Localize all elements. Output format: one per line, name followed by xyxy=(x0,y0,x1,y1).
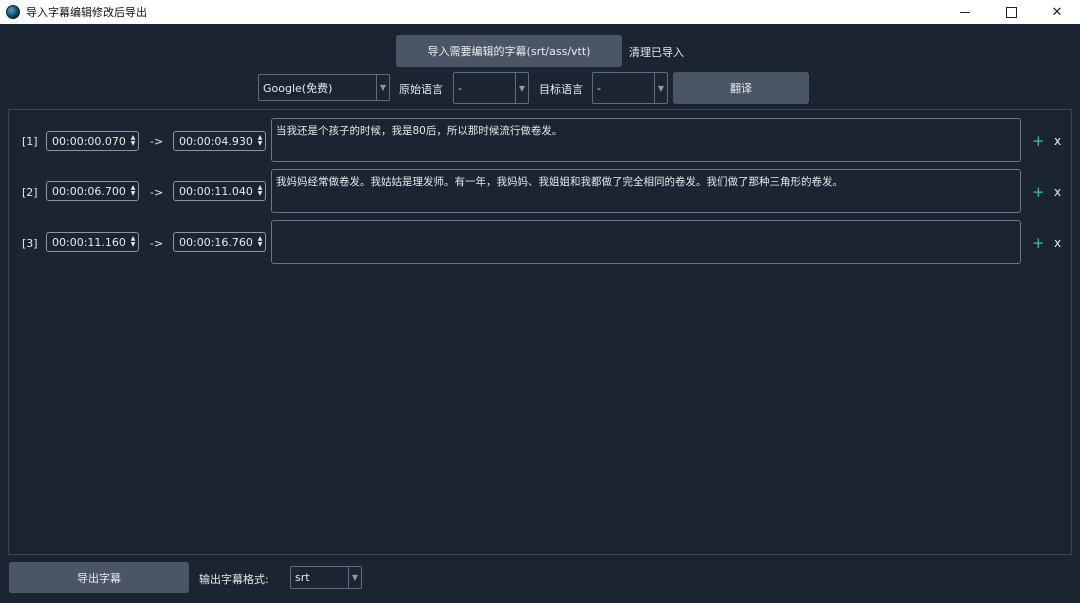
add-row-icon[interactable]: + xyxy=(1032,183,1045,201)
output-format-select[interactable]: srt ▼ xyxy=(290,566,362,589)
output-format-label: 输出字幕格式: xyxy=(199,573,269,586)
title-bar: 导入字幕编辑修改后导出 ✕ xyxy=(0,0,1080,24)
start-time-value: 00:00:11.160 xyxy=(52,235,126,249)
app-icon xyxy=(6,5,20,19)
arrow-separator: -> xyxy=(150,135,164,148)
start-time-input[interactable]: 00:00:00.070 ▲ ▼ xyxy=(46,131,139,151)
import-subtitle-button[interactable]: 导入需要编辑的字幕(srt/ass/vtt) xyxy=(396,35,622,67)
stepper-icon[interactable]: ▲ ▼ xyxy=(128,185,138,197)
arrow-separator: -> xyxy=(150,237,164,250)
target-lang-select[interactable]: - ▼ xyxy=(592,72,668,104)
close-icon: ✕ xyxy=(1051,4,1063,20)
maximize-icon xyxy=(1005,6,1017,18)
maximize-button[interactable] xyxy=(988,0,1034,24)
minimize-icon xyxy=(960,11,970,13)
target-lang-value: - xyxy=(597,81,601,95)
start-time-input[interactable]: 00:00:11.160 ▲ ▼ xyxy=(46,232,139,252)
chevron-down-icon: ▼ xyxy=(654,73,667,103)
add-row-icon[interactable]: + xyxy=(1032,234,1045,252)
source-lang-select[interactable]: - ▼ xyxy=(453,72,529,104)
row-index: [3] xyxy=(22,237,38,250)
target-lang-label: 目标语言 xyxy=(539,83,583,96)
end-time-input[interactable]: 00:00:16.760 ▲ ▼ xyxy=(173,232,266,252)
minimize-button[interactable] xyxy=(942,0,988,24)
export-subtitle-button[interactable]: 导出字幕 xyxy=(9,562,189,593)
start-time-value: 00:00:00.070 xyxy=(52,134,126,148)
engine-select-value: Google(免费) xyxy=(263,81,333,95)
stepper-icon[interactable]: ▲ ▼ xyxy=(255,135,265,147)
end-time-value: 00:00:04.930 xyxy=(179,134,253,148)
source-lang-label: 原始语言 xyxy=(399,83,443,96)
delete-row-icon[interactable]: x xyxy=(1054,236,1061,250)
translate-label: 翻译 xyxy=(730,82,752,95)
row-index: [2] xyxy=(22,186,38,199)
window-title: 导入字幕编辑修改后导出 xyxy=(26,6,147,19)
end-time-value: 00:00:11.040 xyxy=(179,184,253,198)
end-time-input[interactable]: 00:00:11.040 ▲ ▼ xyxy=(173,181,266,201)
chevron-down-icon: ▼ xyxy=(515,73,528,103)
stepper-icon[interactable]: ▲ ▼ xyxy=(128,236,138,248)
subtitle-text-field[interactable] xyxy=(271,220,1021,264)
stepper-icon[interactable]: ▲ ▼ xyxy=(255,236,265,248)
source-lang-value: - xyxy=(458,81,462,95)
import-subtitle-label: 导入需要编辑的字幕(srt/ass/vtt) xyxy=(427,45,591,58)
chevron-down-icon: ▼ xyxy=(376,75,389,100)
output-format-value: srt xyxy=(295,571,310,584)
delete-row-icon[interactable]: x xyxy=(1054,134,1061,148)
engine-select[interactable]: Google(免费) ▼ xyxy=(258,74,390,101)
end-time-value: 00:00:16.760 xyxy=(179,235,253,249)
stepper-icon[interactable]: ▲ ▼ xyxy=(128,135,138,147)
chevron-down-icon: ▼ xyxy=(348,567,361,588)
start-time-value: 00:00:06.700 xyxy=(52,184,126,198)
close-button[interactable]: ✕ xyxy=(1034,0,1080,24)
row-index: [1] xyxy=(22,135,38,148)
arrow-separator: -> xyxy=(150,186,164,199)
delete-row-icon[interactable]: x xyxy=(1054,185,1061,199)
subtitle-text-field[interactable]: 当我还是个孩子的时候，我是80后，所以那时候流行做卷发。 xyxy=(271,118,1021,162)
add-row-icon[interactable]: + xyxy=(1032,132,1045,150)
end-time-input[interactable]: 00:00:04.930 ▲ ▼ xyxy=(173,131,266,151)
translate-button[interactable]: 翻译 xyxy=(673,72,809,104)
subtitle-text-field[interactable]: 我妈妈经常做卷发。我姑姑是理发师。有一年，我妈妈、我姐姐和我都做了完全相同的卷发… xyxy=(271,169,1021,213)
stepper-icon[interactable]: ▲ ▼ xyxy=(255,185,265,197)
window-controls: ✕ xyxy=(942,0,1080,24)
export-subtitle-label: 导出字幕 xyxy=(77,571,121,585)
clear-imported-button[interactable]: 清理已导入 xyxy=(629,44,684,60)
start-time-input[interactable]: 00:00:06.700 ▲ ▼ xyxy=(46,181,139,201)
